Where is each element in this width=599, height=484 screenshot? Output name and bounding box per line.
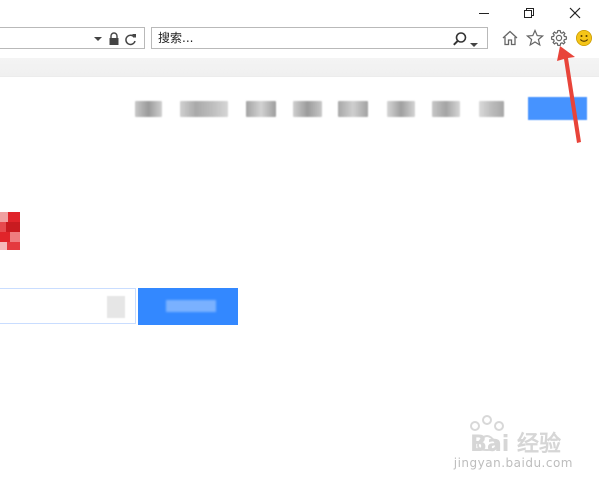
search-submit-button[interactable] (452, 31, 468, 47)
search-icon (453, 32, 467, 46)
tools-button[interactable] (549, 28, 569, 48)
main-search-button[interactable] (138, 288, 238, 325)
search-provider-dropdown[interactable] (470, 35, 480, 47)
restore-button[interactable] (515, 2, 543, 24)
lock-icon (109, 32, 119, 45)
home-icon (502, 30, 518, 46)
close-button[interactable] (561, 2, 589, 24)
nav-link[interactable] (246, 101, 276, 117)
favorites-star-icon (526, 29, 544, 47)
smiley-feedback-icon (576, 30, 592, 46)
nav-link[interactable] (479, 101, 504, 117)
watermark-url: jingyan.baidu.com (453, 456, 573, 470)
nav-link[interactable] (387, 101, 415, 117)
home-button[interactable] (500, 28, 520, 48)
refresh-button[interactable] (123, 31, 137, 47)
minimize-icon (479, 13, 489, 14)
security-lock-button[interactable] (107, 31, 121, 47)
logo-fragment (0, 212, 22, 250)
tools-gear-icon (550, 29, 568, 47)
nav-link[interactable] (338, 101, 368, 117)
restore-icon (524, 8, 534, 18)
search-input[interactable] (158, 30, 438, 46)
feedback-button[interactable] (574, 28, 594, 48)
search-button-label (166, 300, 216, 312)
search-box[interactable] (151, 27, 488, 49)
watermark-brand: Bai 经验 (470, 432, 561, 457)
minimize-button[interactable] (470, 2, 498, 24)
close-icon (569, 7, 581, 19)
command-bar (0, 58, 599, 77)
logo-icon (0, 212, 20, 250)
nav-link[interactable] (135, 101, 162, 117)
dropdown-icon (94, 37, 102, 41)
login-button[interactable] (528, 97, 587, 120)
main-search-input[interactable] (0, 288, 136, 324)
address-bar[interactable] (0, 27, 145, 49)
dropdown-icon (470, 43, 478, 47)
nav-link[interactable] (293, 101, 322, 117)
favorites-button[interactable] (525, 28, 545, 48)
address-dropdown-button[interactable] (93, 31, 103, 47)
nav-link[interactable] (180, 101, 228, 117)
camera-icon[interactable] (107, 296, 125, 318)
refresh-icon (124, 33, 136, 45)
nav-link[interactable] (432, 101, 460, 117)
